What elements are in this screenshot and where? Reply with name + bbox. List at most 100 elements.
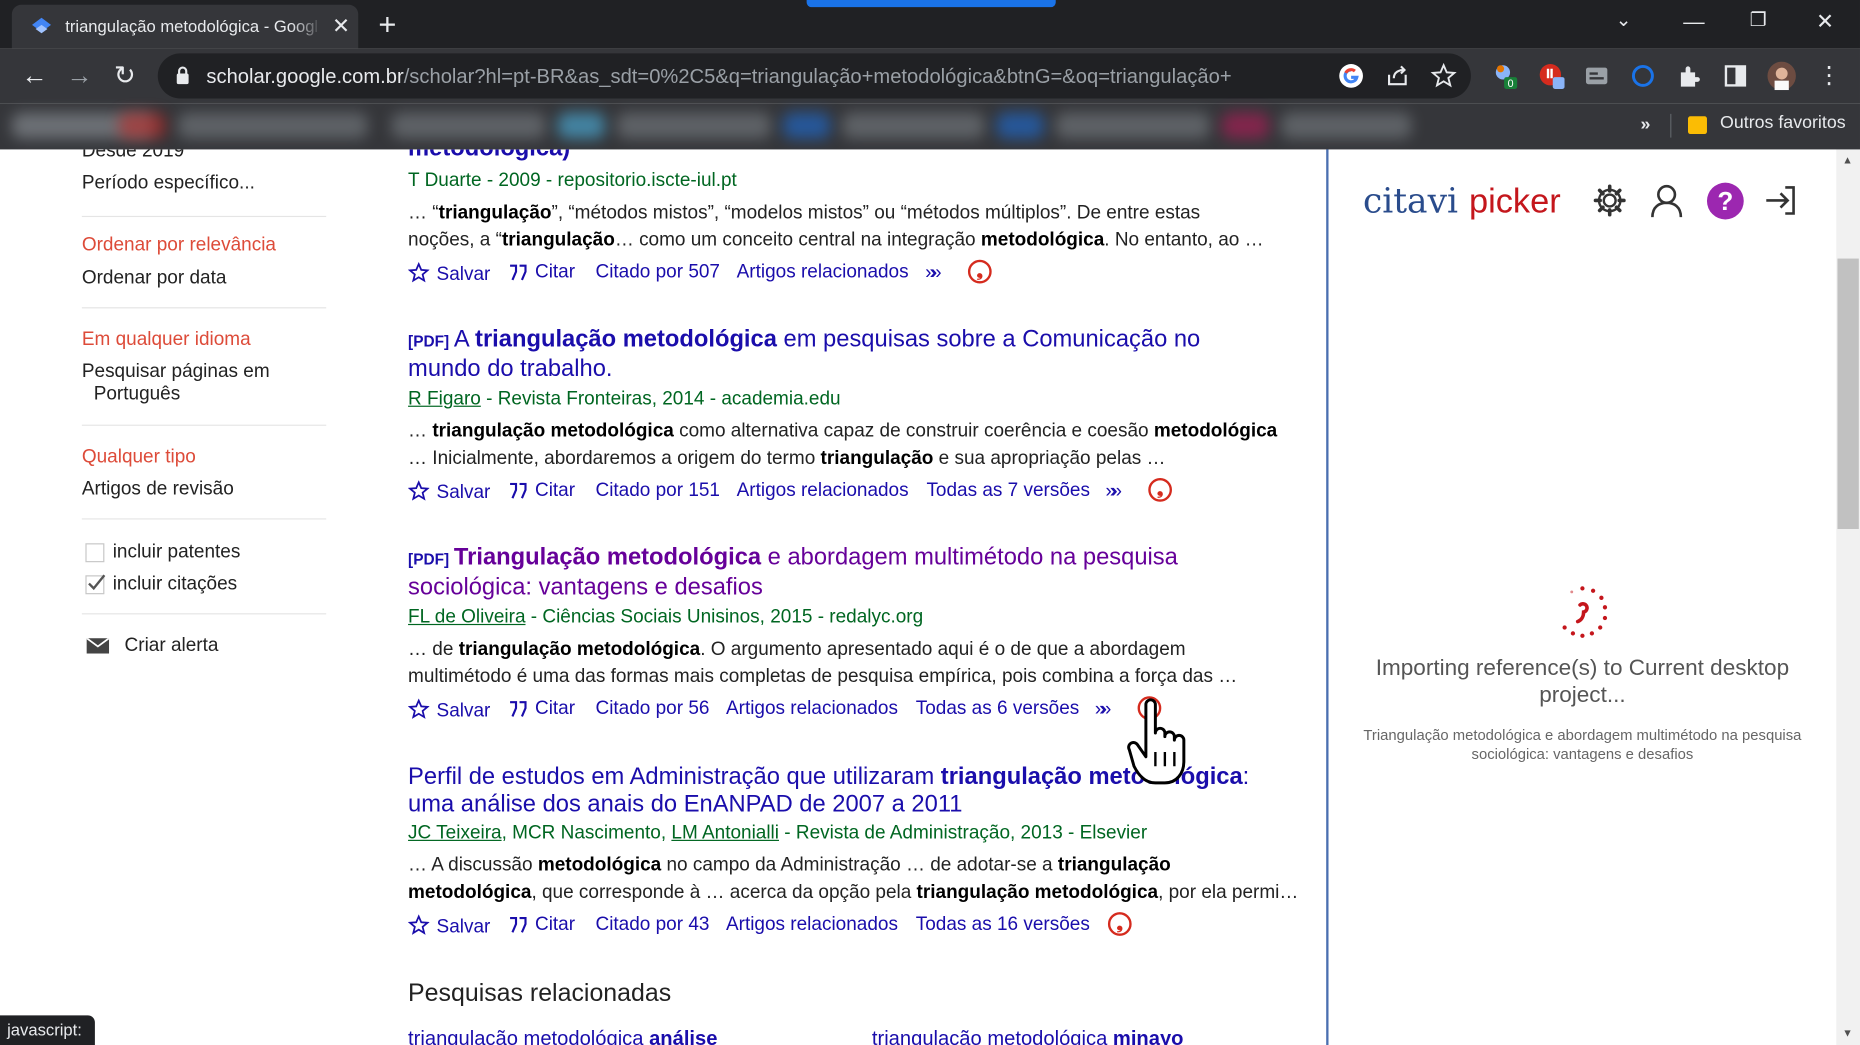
filter-portuguese-line2[interactable]: Português <box>94 384 181 405</box>
envelope-icon[interactable] <box>86 638 110 654</box>
cite-button[interactable]: Citar <box>509 480 575 501</box>
blurred-bookmark[interactable] <box>782 112 831 139</box>
include-patents-label[interactable]: incluir patentes <box>113 542 241 563</box>
save-button[interactable]: Salvar <box>407 698 490 723</box>
cite-button[interactable]: Citar <box>509 915 575 936</box>
bookmark-star-icon[interactable] <box>1430 62 1457 89</box>
user-icon[interactable] <box>1649 183 1685 219</box>
result-title-line2[interactable]: sociológica: vantagens e desafios <box>408 573 763 603</box>
filter-any-language[interactable]: Em qualquer idioma <box>82 330 251 351</box>
blurred-bookmark[interactable] <box>118 112 167 139</box>
more-icon[interactable]: »» <box>1095 700 1111 721</box>
url-text[interactable]: scholar.google.com.br/scholar?hl=pt-BR&a… <box>206 65 1231 89</box>
scroll-down-icon[interactable]: ▼ <box>1842 1027 1853 1039</box>
citavi-pick-icon[interactable]: ❟ <box>1148 478 1172 502</box>
loader-extension-icon[interactable] <box>1630 63 1656 89</box>
menu-dots-icon[interactable]: ⋮ <box>1817 60 1841 91</box>
more-icon[interactable]: »» <box>1106 482 1122 503</box>
all-versions-link[interactable]: Todas as 7 versões <box>926 480 1090 501</box>
sort-date[interactable]: Ordenar por data <box>82 268 227 289</box>
include-citations-checkbox[interactable] <box>85 574 106 595</box>
cited-by-link[interactable]: Citado por 43 <box>595 915 709 936</box>
logout-icon[interactable] <box>1763 183 1799 219</box>
reload-icon[interactable]: ↻ <box>114 60 136 91</box>
back-icon[interactable]: ← <box>21 60 47 91</box>
blurred-bookmark[interactable] <box>177 112 368 139</box>
blurred-bookmark[interactable] <box>557 112 605 139</box>
author-link[interactable]: R Figaro <box>408 389 481 409</box>
more-bookmarks-icon[interactable]: » <box>1641 114 1651 134</box>
related-search-link[interactable]: triangulação metodológica minayo <box>872 1027 1184 1045</box>
result-title[interactable]: [PDF] Triangulação metodológica e abordag… <box>408 543 1178 574</box>
page-scrollbar[interactable]: ▲ ▼ <box>1836 149 1860 1045</box>
include-patents-checkbox[interactable] <box>85 543 105 563</box>
result-title[interactable]: [PDF] A triangulação metodológica em pesq… <box>408 325 1200 356</box>
tab-close-icon[interactable]: ✕ <box>332 13 350 39</box>
scrollbar-thumb[interactable] <box>1837 258 1859 530</box>
result-title[interactable]: metodológica) <box>408 149 570 163</box>
blurred-bookmark[interactable] <box>1281 112 1412 139</box>
share-icon[interactable] <box>1384 63 1410 89</box>
address-bar[interactable]: scholar.google.com.br/scholar?hl=pt-BR&a… <box>157 53 1471 99</box>
avatar[interactable] <box>1767 61 1796 91</box>
blurred-bookmark[interactable] <box>1055 112 1210 139</box>
scroll-up-icon[interactable]: ▲ <box>1842 154 1853 166</box>
author-link[interactable]: JC Teixeira <box>408 823 502 843</box>
cited-by-link[interactable]: Citado por 56 <box>595 699 709 720</box>
result-title-line2[interactable]: uma análise dos anais do EnANPAD de 2007… <box>408 790 962 820</box>
sidebar-divider <box>81 613 327 615</box>
filter-portuguese-line1[interactable]: Pesquisar páginas em <box>82 362 270 383</box>
extension-badge-icon[interactable]: 0 <box>1492 63 1518 89</box>
sort-relevance[interactable]: Ordenar por relevância <box>82 235 276 256</box>
tab-search-icon[interactable]: ⌄ <box>1616 7 1632 35</box>
citavi-extension-icon[interactable] <box>1539 63 1565 89</box>
cited-by-link[interactable]: Citado por 507 <box>595 262 720 283</box>
save-button[interactable]: Salvar <box>407 480 490 504</box>
related-articles-link[interactable]: Artigos relacionados <box>737 480 909 501</box>
tab-strip: triangulação metodológica - Google Acadê… <box>0 0 1860 49</box>
author-link[interactable]: FL de Oliveira <box>408 607 525 627</box>
star-icon <box>407 914 430 935</box>
related-search-link[interactable]: triangulação metodológica análise <box>408 1027 717 1045</box>
translate-extension-icon[interactable] <box>1584 63 1610 89</box>
puzzle-extensions-icon[interactable] <box>1676 63 1702 89</box>
related-articles-link[interactable]: Artigos relacionados <box>726 915 898 936</box>
blurred-bookmark[interactable] <box>391 112 546 139</box>
new-tab-button[interactable]: + <box>378 6 396 42</box>
filter-any-type[interactable]: Qualquer tipo <box>82 447 196 468</box>
save-button[interactable]: Salvar <box>407 261 490 286</box>
other-bookmarks[interactable]: Outros favoritos <box>1720 113 1846 133</box>
cite-button[interactable]: Citar <box>509 699 575 720</box>
all-versions-link[interactable]: Todas as 16 versões <box>916 915 1090 936</box>
citavi-pick-icon[interactable]: ❟ <box>1107 912 1132 936</box>
side-panel-icon[interactable] <box>1722 63 1748 89</box>
more-icon[interactable]: »» <box>925 263 941 284</box>
gear-icon[interactable] <box>1592 183 1628 219</box>
blurred-bookmark[interactable] <box>616 112 772 139</box>
all-versions-link[interactable]: Todas as 6 versões <box>916 699 1080 720</box>
blurred-bookmark[interactable] <box>1221 112 1270 139</box>
tab-active[interactable]: triangulação metodológica - Google Acadê… <box>11 4 359 49</box>
related-articles-link[interactable]: Artigos relacionados <box>726 699 898 720</box>
create-alert-link[interactable]: Criar alerta <box>125 636 219 657</box>
forward-icon[interactable]: → <box>66 60 92 91</box>
minimize-icon[interactable]: — <box>1683 7 1704 35</box>
blurred-bookmark[interactable] <box>996 112 1044 139</box>
cited-by-link[interactable]: Citado por 151 <box>595 480 720 501</box>
filter-review-articles[interactable]: Artigos de revisão <box>82 479 234 500</box>
blurred-bookmark[interactable] <box>842 112 985 139</box>
citavi-pick-icon[interactable]: ❟ <box>967 259 992 284</box>
result-title-line2[interactable]: mundo do trabalho. <box>408 355 612 385</box>
save-button[interactable]: Salvar <box>407 914 490 939</box>
author-link[interactable]: LM Antonialli <box>671 823 779 843</box>
related-articles-link[interactable]: Artigos relacionados <box>737 262 909 283</box>
help-icon[interactable]: ? <box>1706 182 1744 220</box>
result-title[interactable]: Perfil de estudos em Administração que u… <box>408 763 1249 793</box>
google-icon[interactable] <box>1338 63 1364 89</box>
include-citations-label[interactable]: incluir citações <box>113 574 237 595</box>
restore-icon[interactable]: ❐ <box>1750 7 1767 35</box>
window-close-icon[interactable]: ✕ <box>1816 7 1834 35</box>
filter-since-year[interactable]: Desde 2019 <box>82 149 184 162</box>
filter-specific-period[interactable]: Período específico... <box>82 173 255 194</box>
cite-button[interactable]: Citar <box>509 262 575 283</box>
